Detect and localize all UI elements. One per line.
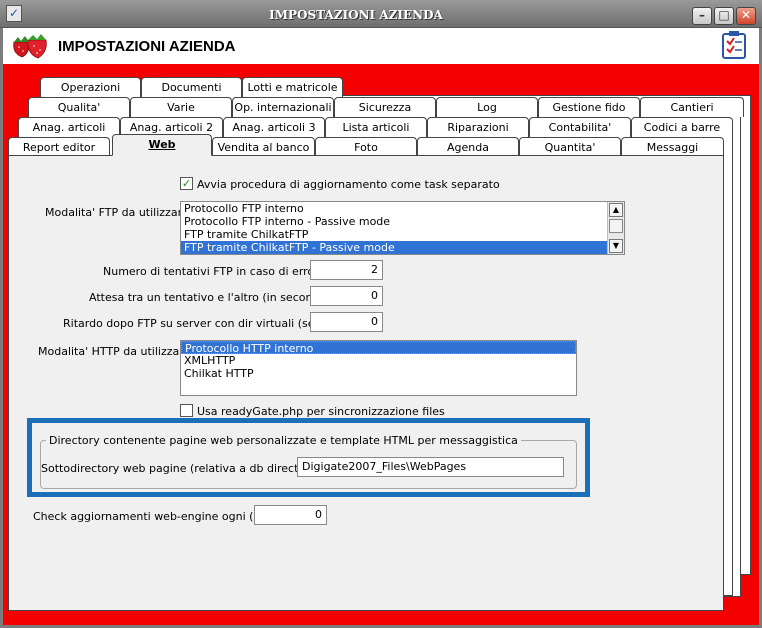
attempt-wait-label: Attesa tra un tentativo e l'altro (in se… [89,291,334,304]
scrollbar[interactable]: ▲ ▼ [607,202,624,254]
tab-anag-articoli-3[interactable]: Anag. articoli 3 [223,117,325,137]
list-item[interactable]: XMLHTTP [181,354,576,367]
attempt-wait-input[interactable]: 0 [310,286,383,306]
tab-quantita[interactable]: Quantita' [519,137,621,157]
tab-foto[interactable]: Foto [315,137,417,157]
engine-check-label: Check aggiornamenti web-engine ogni (ore… [33,510,283,523]
subdir-label: Sottodirectory web pagine (relativa a db… [41,462,328,475]
http-mode-label: Modalita' HTTP da utilizzare : [38,345,198,358]
scroll-thumb[interactable] [609,219,623,233]
tab-varie[interactable]: Varie [130,97,232,117]
tab-log[interactable]: Log [436,97,538,117]
tab-gestione-fido[interactable]: Gestione fido [538,97,640,117]
tab-operazioni[interactable]: Operazioni [40,77,141,97]
window-title: IMPOSTAZIONI AZIENDA [269,8,443,22]
tab-sicurezza[interactable]: Sicurezza [334,97,436,117]
list-item[interactable]: Protocollo FTP interno - Passive mode [181,215,624,228]
tab-op-internazionali[interactable]: Op. internazionali [232,97,334,117]
tab-lista-articoli[interactable]: Lista articoli [325,117,427,137]
scroll-down-icon[interactable]: ▼ [609,239,623,253]
readygate-checkbox-label: Usa readyGate.php per sincronizzazione f… [197,405,445,418]
list-item-selected[interactable]: FTP tramite ChilkatFTP - Passive mode [181,241,624,254]
ftp-delay-label: Ritardo dopo FTP su server con dir virtu… [63,317,336,330]
maximize-button[interactable]: □ [714,7,734,25]
minimize-button[interactable]: – [692,7,712,25]
tab-documenti[interactable]: Documenti [141,77,242,97]
tab-anag-articoli[interactable]: Anag. articoli [18,117,120,137]
engine-check-input[interactable]: 0 [254,505,327,525]
subdir-input[interactable]: Digigate2007_Files\WebPages [297,457,564,477]
list-item-selected[interactable]: Protocollo HTTP interno [181,341,576,355]
list-item[interactable]: FTP tramite ChilkatFTP [181,228,624,241]
settings-window: ✓ IMPOSTAZIONI AZIENDA – □ ✕ IMPOSTAZION… [0,0,762,628]
tab-agenda[interactable]: Agenda [417,137,519,157]
tab-contabilita[interactable]: Contabilita' [529,117,631,137]
tab-web[interactable]: Web [112,134,212,156]
tab-messaggi[interactable]: Messaggi [621,137,724,157]
ftp-mode-label: Modalita' FTP da utilizzare : [45,206,196,219]
ftp-mode-listbox[interactable]: Protocollo FTP interno Protocollo FTP in… [180,201,625,255]
task-checkbox-label: Avvia procedura di aggiornamento come ta… [197,178,500,191]
tab-riparazioni[interactable]: Riparazioni [427,117,529,137]
list-item[interactable]: Protocollo FTP interno [181,202,624,215]
tab-cantieri[interactable]: Cantieri [640,97,744,117]
header-bar: IMPOSTAZIONI AZIENDA [3,28,759,64]
readygate-checkbox[interactable] [180,404,193,417]
scroll-up-icon[interactable]: ▲ [609,203,623,217]
ftp-attempts-input[interactable]: 2 [310,260,383,280]
page-title: IMPOSTAZIONI AZIENDA [58,38,236,55]
ftp-attempts-label: Numero di tentativi FTP in caso di error… [103,265,333,278]
task-checkbox[interactable]: ✓ [180,177,193,190]
tab-report-editor[interactable]: Report editor [8,137,110,157]
http-mode-listbox[interactable]: Protocollo HTTP interno XMLHTTP Chilkat … [180,340,577,396]
tab-vendita-al-banco[interactable]: Vendita al banco [212,137,315,157]
strawberry-logo-icon [13,34,47,59]
tab-lotti-e-matricole[interactable]: Lotti e matricole [242,77,343,97]
ftp-delay-input[interactable]: 0 [310,312,383,332]
tab-codici-a-barre[interactable]: Codici a barre [631,117,733,137]
checklist-icon[interactable] [722,31,746,59]
title-bar[interactable]: ✓ IMPOSTAZIONI AZIENDA – □ ✕ [0,0,762,28]
close-button[interactable]: ✕ [736,7,756,25]
list-item[interactable]: Chilkat HTTP [181,367,576,380]
tab-qualita[interactable]: Qualita' [28,97,130,117]
web-directory-group-title: Directory contenente pagine web personal… [46,434,521,447]
